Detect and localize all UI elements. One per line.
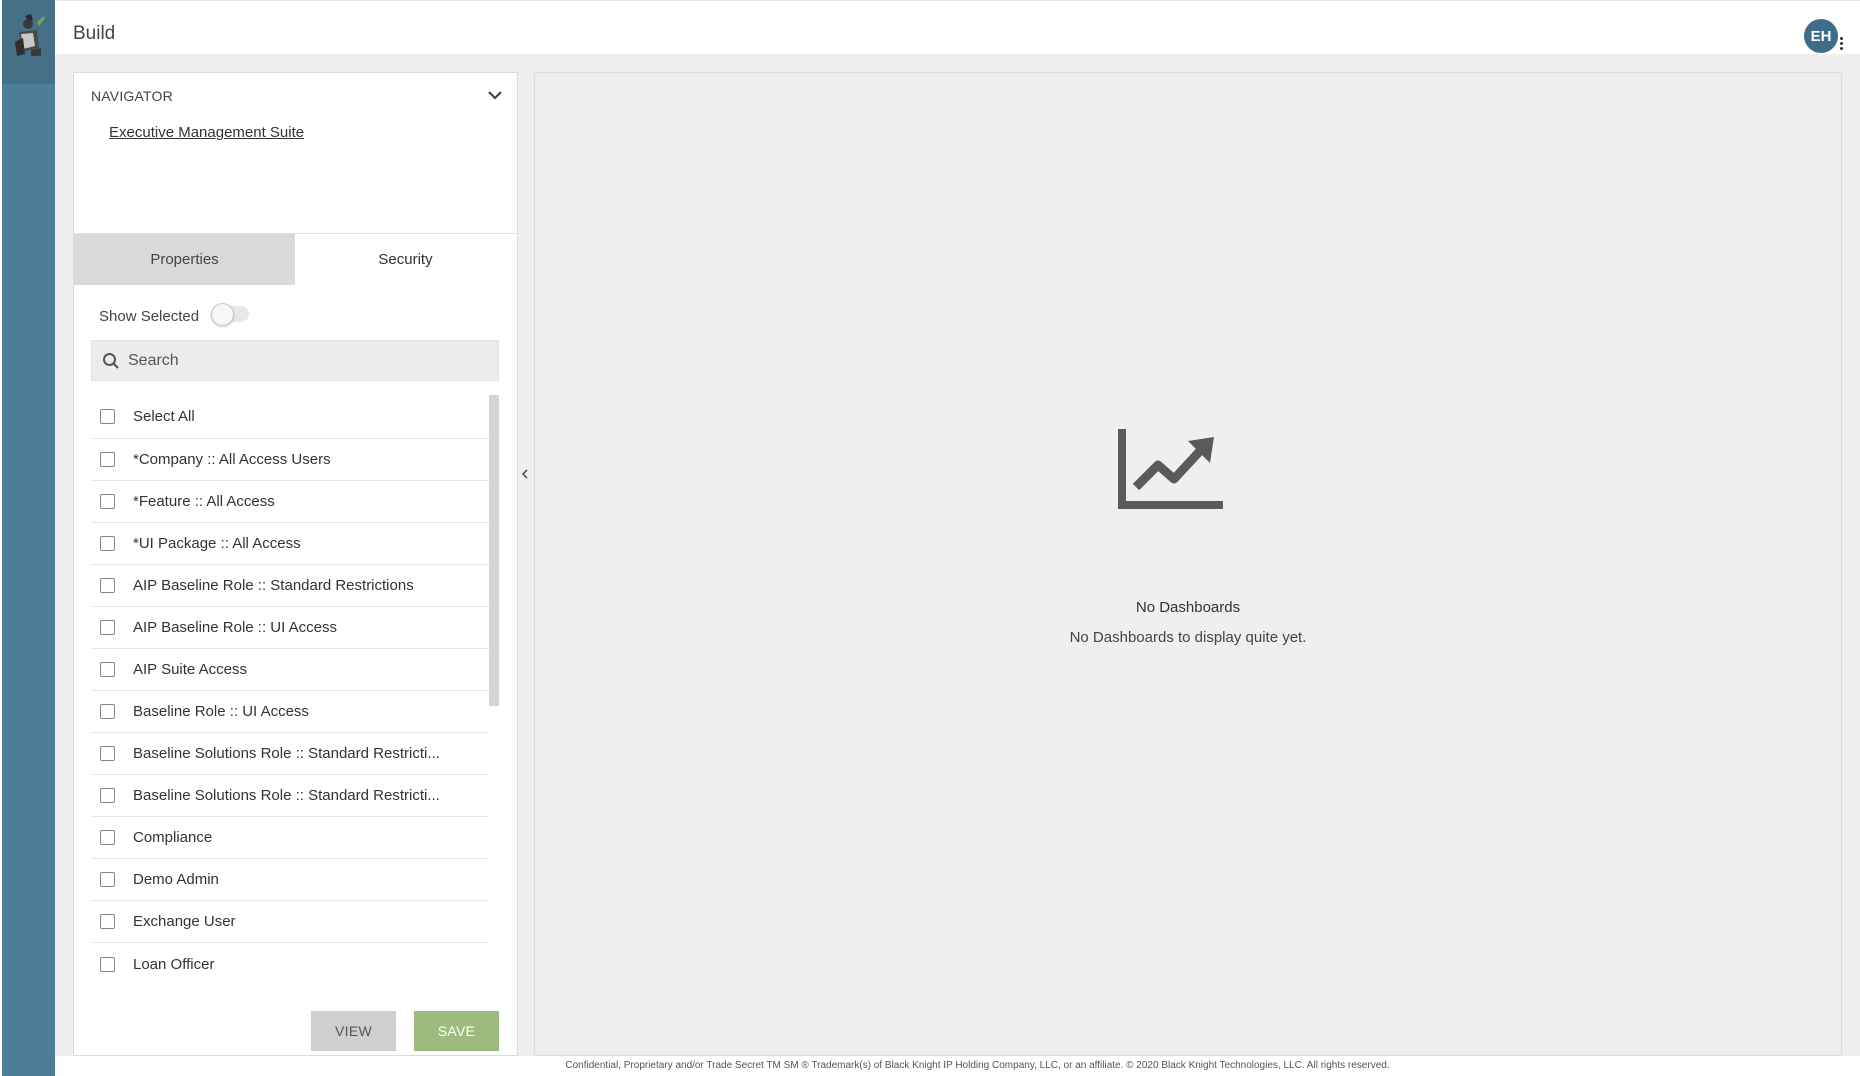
search-box [91, 340, 499, 381]
top-bar: Build EH [55, 0, 1860, 54]
checkbox[interactable] [100, 830, 115, 845]
checkbox[interactable] [100, 662, 115, 677]
footer-legal-text: Confidential, Proprietary and/or Trade S… [565, 1060, 1390, 1071]
list-item-label: Baseline Solutions Role :: Standard Rest… [133, 787, 440, 804]
list-item[interactable]: Baseline Role :: UI Access [91, 691, 489, 733]
list-item[interactable]: *Company :: All Access Users [91, 439, 489, 481]
save-button[interactable]: SAVE [414, 1011, 499, 1051]
list-item[interactable]: Baseline Solutions Role :: Standard Rest… [91, 733, 489, 775]
list-item[interactable]: *Feature :: All Access [91, 481, 489, 523]
page-title: Build [73, 23, 116, 44]
chevron-down-icon[interactable] [485, 87, 505, 103]
app-rail [2, 0, 55, 1076]
checkbox[interactable] [100, 872, 115, 887]
list-item[interactable]: *UI Package :: All Access [91, 523, 489, 565]
navigator-heading: NAVIGATOR [91, 88, 173, 104]
empty-state-subtitle: No Dashboards to display quite yet. [1069, 629, 1307, 646]
empty-state-title: No Dashboards [1135, 599, 1241, 616]
roles-list: Select All *Company :: All Access Users … [91, 395, 489, 977]
checkbox[interactable] [100, 494, 115, 509]
footer: Confidential, Proprietary and/or Trade S… [55, 1056, 1860, 1076]
list-item-label: Select All [133, 408, 195, 425]
more-options-icon[interactable] [1838, 35, 1844, 51]
list-item-label: AIP Suite Access [133, 661, 247, 678]
list-item-label: AIP Baseline Role :: UI Access [133, 619, 337, 636]
list-item[interactable]: Compliance [91, 817, 489, 859]
checkbox[interactable] [100, 914, 115, 929]
search-icon [102, 352, 120, 370]
list-item[interactable]: Loan Officer [91, 943, 489, 977]
list-item-select-all[interactable]: Select All [91, 395, 489, 439]
list-item[interactable]: Demo Admin [91, 859, 489, 901]
list-item[interactable]: Baseline Solutions Role :: Standard Rest… [91, 775, 489, 817]
list-item-label: *UI Package :: All Access [133, 535, 301, 552]
list-item-label: *Feature :: All Access [133, 493, 275, 510]
show-selected-toggle[interactable] [211, 302, 249, 326]
checkbox[interactable] [100, 578, 115, 593]
search-input[interactable] [128, 341, 488, 380]
list-item[interactable]: Exchange User [91, 901, 489, 943]
panel-tabs: Properties Security [74, 234, 519, 285]
tab-properties[interactable]: Properties [74, 234, 295, 285]
workspace: NAVIGATOR Executive Management Suite Pro… [55, 54, 1860, 1076]
checkbox[interactable] [100, 536, 115, 551]
checkbox[interactable] [100, 409, 115, 424]
list-item-label: AIP Baseline Role :: Standard Restrictio… [133, 577, 414, 594]
list-scrollbar[interactable] [489, 395, 499, 706]
list-item[interactable]: AIP Suite Access [91, 649, 489, 691]
checkbox[interactable] [100, 788, 115, 803]
list-item-label: Compliance [133, 829, 213, 846]
tab-security[interactable]: Security [295, 234, 516, 285]
list-item-label: *Company :: All Access Users [133, 451, 331, 468]
checkbox[interactable] [100, 452, 115, 467]
checkbox[interactable] [100, 704, 115, 719]
list-item[interactable]: AIP Baseline Role :: UI Access [91, 607, 489, 649]
toggle-knob [211, 303, 234, 326]
checkbox[interactable] [100, 746, 115, 761]
dashboard-area: No Dashboards No Dashboards to display q… [534, 72, 1842, 1056]
list-item-label: Baseline Role :: UI Access [133, 703, 309, 720]
show-selected-label: Show Selected [99, 308, 200, 325]
list-item-label: Exchange User [133, 913, 236, 930]
list-item-label: Demo Admin [133, 871, 219, 888]
user-avatar[interactable]: EH [1804, 19, 1838, 53]
left-panel: NAVIGATOR Executive Management Suite Pro… [73, 72, 519, 1056]
view-button[interactable]: VIEW [311, 1011, 396, 1051]
checkbox[interactable] [100, 620, 115, 635]
navigator-link-suite[interactable]: Executive Management Suite [109, 124, 304, 141]
checkbox[interactable] [100, 956, 115, 972]
chart-trend-icon [1118, 427, 1224, 509]
list-item-label: Baseline Solutions Role :: Standard Rest… [133, 745, 440, 762]
collapse-panel-icon[interactable] [518, 464, 531, 484]
list-item[interactable]: AIP Baseline Role :: Standard Restrictio… [91, 565, 489, 607]
knight-logo-icon[interactable] [2, 0, 55, 84]
list-item-label: Loan Officer [133, 955, 215, 973]
